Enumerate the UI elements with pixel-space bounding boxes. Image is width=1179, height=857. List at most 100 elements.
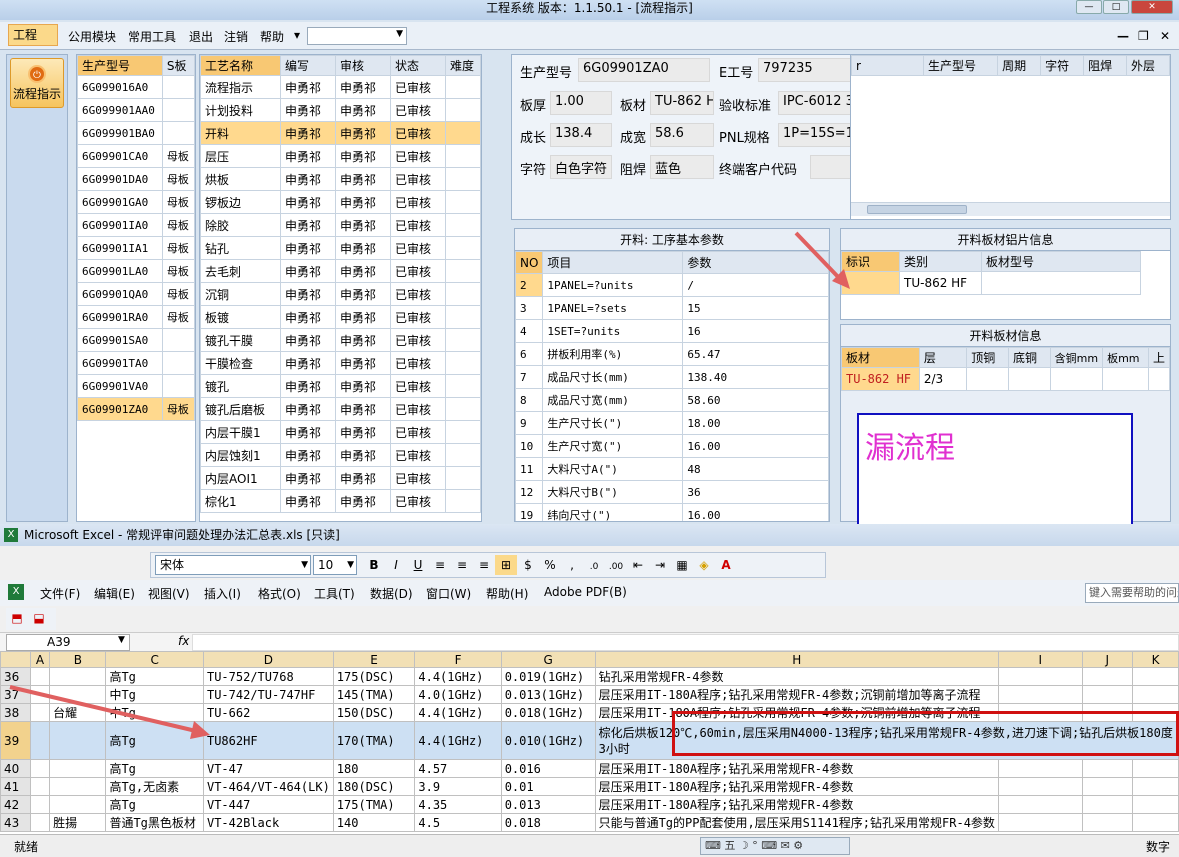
status-cell[interactable]: 已审核 (390, 259, 446, 283)
sheet-cell[interactable]: 180 (332, 759, 416, 778)
mdi-minimize-button[interactable]: — (1117, 29, 1129, 43)
sheet-cell[interactable] (29, 777, 51, 796)
reviewer-cell[interactable]: 申勇祁 (335, 397, 391, 421)
process-row[interactable]: 去毛刺 申勇祁 申勇祁 已审核 (200, 259, 481, 283)
param-item-cell[interactable]: 大料尺寸A(") (542, 457, 684, 481)
product-row[interactable]: 6G09901IA0 母板 (77, 213, 195, 237)
product-sboard-cell[interactable]: 母板 (161, 144, 195, 168)
param-no-cell[interactable]: 4 (515, 319, 544, 343)
col-header-status[interactable]: 状态 (390, 55, 446, 76)
param-no-cell[interactable]: 8 (515, 388, 544, 412)
sheet-cell[interactable]: 4.5 (414, 813, 502, 832)
author-cell[interactable]: 申勇祁 (280, 213, 336, 237)
param-value-cell[interactable]: 18.00 (682, 411, 829, 435)
product-model-cell[interactable]: 6G09901ZA0 (77, 397, 163, 421)
sheet-cell[interactable]: 普通Tg黑色板材 (105, 813, 204, 832)
chevron-down-icon[interactable]: ▼ (118, 635, 125, 645)
decrease-decimal-icon[interactable]: .00 (605, 557, 627, 577)
row-header[interactable]: 41 (0, 777, 31, 796)
character-field[interactable]: 白色字符 (550, 155, 612, 179)
board-top-cell[interactable] (1147, 367, 1170, 391)
process-name-cell[interactable]: 除胶 (200, 213, 281, 237)
reviewer-cell[interactable]: 申勇祁 (335, 282, 391, 306)
difficulty-cell[interactable] (445, 282, 481, 306)
param-row[interactable]: 12 大料尺寸B(") 36 (515, 480, 829, 504)
process-name-cell[interactable]: 镀孔干膜 (200, 328, 281, 352)
process-name-cell[interactable]: 去毛刺 (200, 259, 281, 283)
author-cell[interactable]: 申勇祁 (280, 236, 336, 260)
param-item-cell[interactable]: 1SET=?units (542, 319, 684, 343)
status-cell[interactable]: 已审核 (390, 98, 446, 122)
process-row[interactable]: 层压 申勇祁 申勇祁 已审核 (200, 144, 481, 168)
reviewer-cell[interactable]: 申勇祁 (335, 259, 391, 283)
board-bottom-copper-cell[interactable] (1007, 367, 1051, 391)
reviewer-cell[interactable]: 申勇祁 (335, 144, 391, 168)
sheet-cell[interactable]: 0.016 (500, 759, 596, 778)
sheet-cell[interactable]: TU-662 (202, 703, 334, 722)
product-model-cell[interactable]: 6G09901IA1 (77, 236, 163, 260)
menu-file[interactable]: 文件(F) (40, 585, 80, 602)
menu-exit[interactable]: 退出 (189, 28, 213, 45)
difficulty-cell[interactable] (445, 466, 481, 490)
close-button[interactable]: ✕ (1131, 0, 1173, 14)
product-model-cell[interactable]: 6G099901BA0 (77, 121, 163, 145)
difficulty-cell[interactable] (445, 98, 481, 122)
author-cell[interactable]: 申勇祁 (280, 420, 336, 444)
mdi-restore-button[interactable]: ❐ (1138, 29, 1149, 43)
process-name-cell[interactable]: 镀孔 (200, 374, 281, 398)
width-field[interactable]: 58.6 (650, 123, 714, 147)
menu-adobe-pdf[interactable]: Adobe PDF(B) (544, 585, 627, 599)
product-sboard-cell[interactable] (161, 328, 195, 352)
product-row[interactable]: 6G099901AA0 (77, 98, 195, 122)
sheet-cell[interactable]: VT-42Black (202, 813, 334, 832)
maximize-button[interactable]: □ (1103, 0, 1129, 14)
sheet-cell[interactable]: VT-47 (202, 759, 334, 778)
help-search-input[interactable]: 键入需要帮助的问题 (1085, 583, 1179, 603)
param-row[interactable]: 3 1PANEL=?sets 15 (515, 296, 829, 320)
sheet-cell[interactable]: 高Tg,无卤素 (105, 777, 204, 796)
author-cell[interactable]: 申勇祁 (280, 259, 336, 283)
col-header-board-type[interactable]: 板材型号 (981, 251, 1141, 272)
alu-category-cell[interactable]: TU-862 HF (899, 271, 982, 295)
param-value-cell[interactable]: 36 (682, 480, 829, 504)
product-model-cell[interactable]: 6G09901LA0 (77, 259, 163, 283)
sheet-cell[interactable] (997, 795, 1083, 814)
length-field[interactable]: 138.4 (550, 123, 612, 147)
sheet-cell[interactable] (1081, 667, 1134, 686)
author-cell[interactable]: 申勇祁 (280, 305, 336, 329)
sheet-cell[interactable] (49, 795, 107, 814)
param-item-cell[interactable]: 生产尺寸长(") (542, 411, 684, 435)
param-item-cell[interactable]: 大料尺寸B(") (542, 480, 684, 504)
sheet-cell[interactable]: 0.018(1GHz) (500, 703, 596, 722)
sheet-cell[interactable] (1132, 685, 1179, 704)
col-header-board-mm[interactable]: 板mm (1102, 347, 1149, 368)
sheet-cell[interactable] (49, 759, 107, 778)
param-no-cell[interactable]: 6 (515, 342, 544, 366)
product-row[interactable]: 6G099016A0 (77, 75, 195, 99)
sheet-cell[interactable] (29, 813, 51, 832)
sheet-cell[interactable] (29, 759, 51, 778)
menu-window[interactable]: 窗口(W) (426, 585, 471, 602)
param-value-cell[interactable]: 58.60 (682, 388, 829, 412)
difficulty-cell[interactable] (445, 489, 481, 513)
param-row[interactable]: 6 拼板利用率(%) 65.47 (515, 342, 829, 366)
reviewer-cell[interactable]: 申勇祁 (335, 305, 391, 329)
product-sboard-cell[interactable]: 母板 (161, 236, 195, 260)
author-cell[interactable]: 申勇祁 (280, 98, 336, 122)
col-header-model[interactable]: 生产型号 (922, 55, 999, 76)
product-sboard-cell[interactable] (161, 374, 195, 398)
column-header[interactable]: K (1132, 651, 1179, 668)
author-cell[interactable]: 申勇祁 (280, 167, 336, 191)
col-header-board[interactable]: 板材 (841, 347, 920, 368)
reviewer-cell[interactable]: 申勇祁 (335, 213, 391, 237)
col-header-model[interactable]: 生产型号 (77, 55, 163, 76)
sheet-cell[interactable]: TU-752/TU768 (202, 667, 334, 686)
reviewer-cell[interactable]: 申勇祁 (335, 443, 391, 467)
param-value-cell[interactable]: 15 (682, 296, 829, 320)
product-row[interactable]: 6G09901SA0 (77, 328, 195, 352)
col-header-reviewer[interactable]: 审核 (335, 55, 391, 76)
sheet-cell[interactable]: VT-447 (202, 795, 334, 814)
process-row[interactable]: 除胶 申勇祁 申勇祁 已审核 (200, 213, 481, 237)
product-row[interactable]: 6G09901RA0 母板 (77, 305, 195, 329)
currency-icon[interactable]: $ (517, 555, 539, 575)
